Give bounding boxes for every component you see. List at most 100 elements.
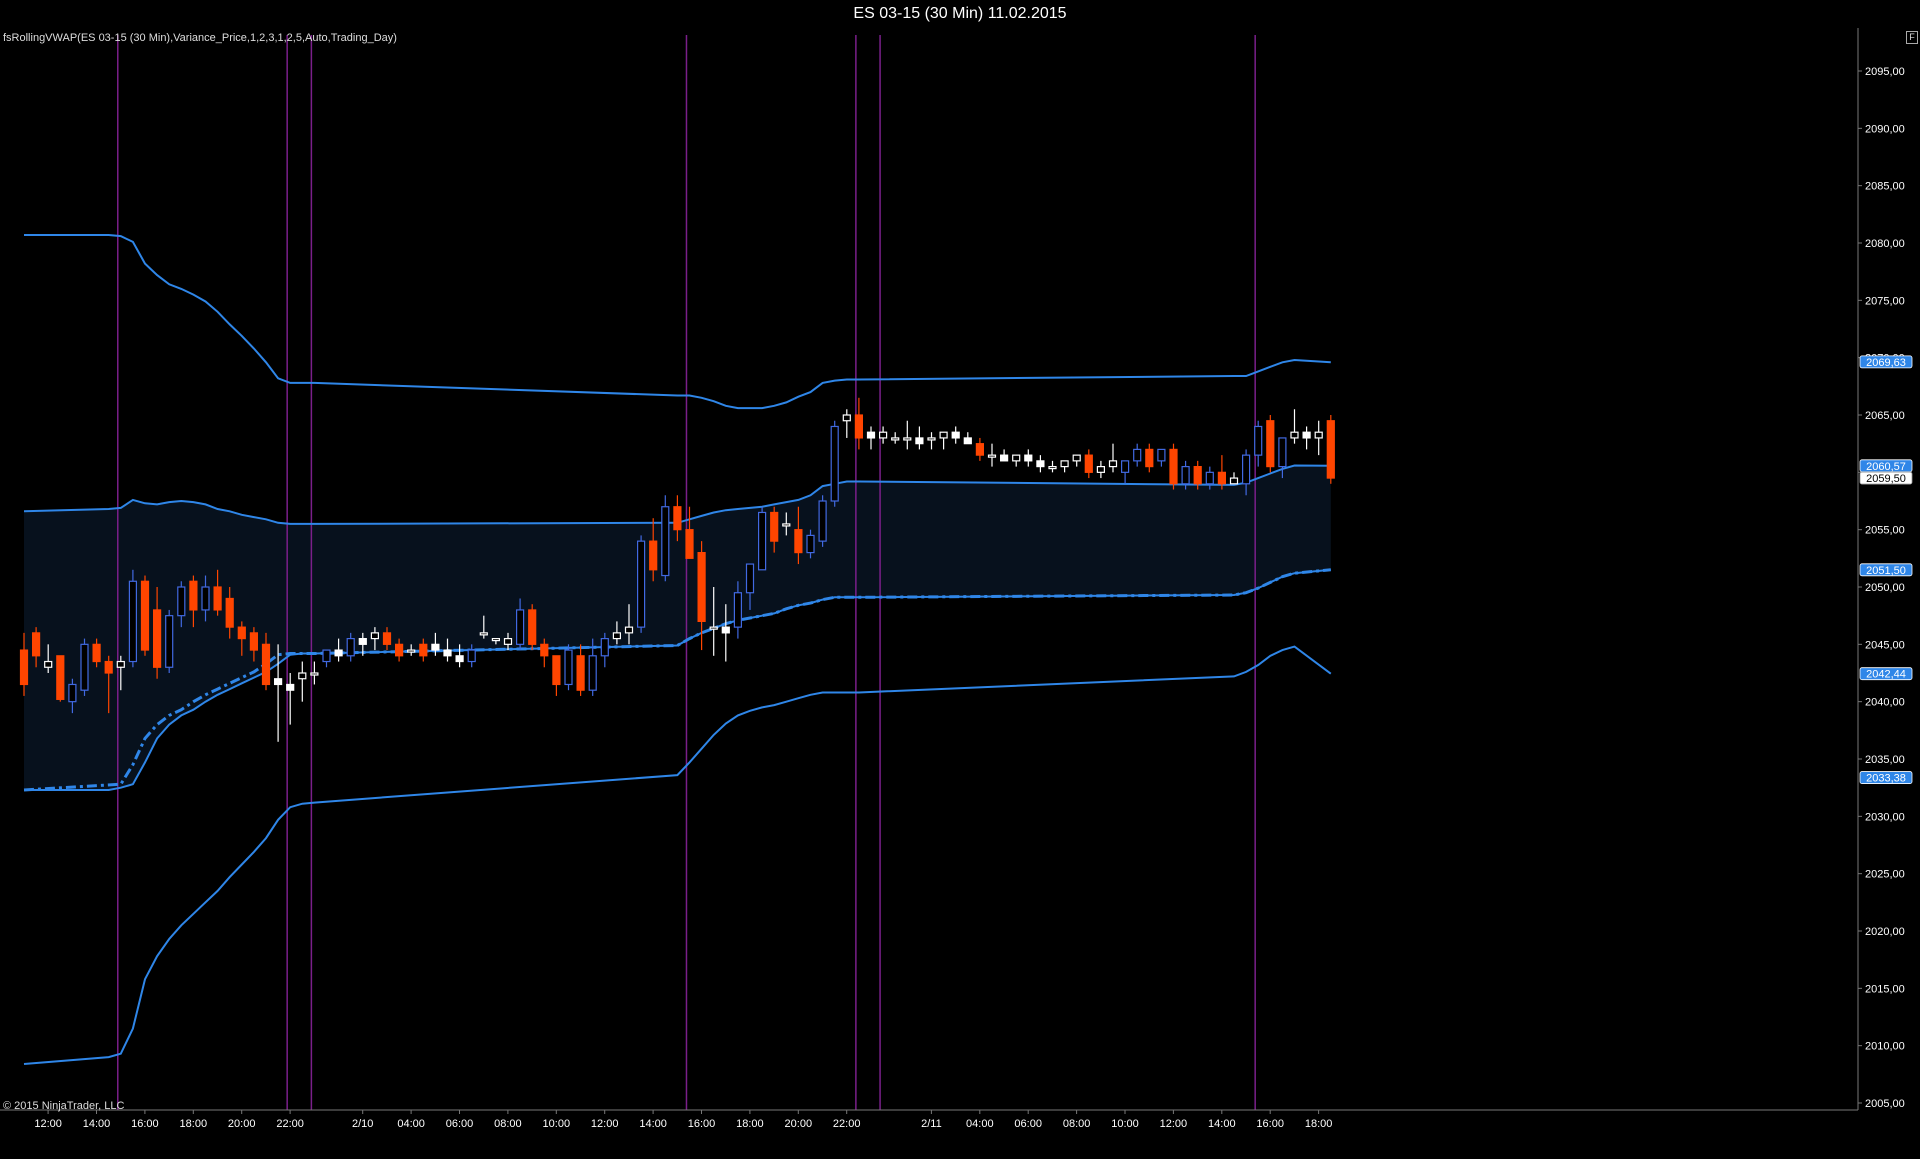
- candle-body: [709, 626, 718, 630]
- candle-body: [612, 632, 622, 640]
- candle-body: [1229, 477, 1239, 485]
- candle-body: [576, 655, 585, 691]
- candle-body: [1205, 471, 1214, 485]
- candle-body: [298, 672, 307, 680]
- candle-body: [128, 580, 137, 663]
- price-marker-label: 2059,50: [1866, 473, 1906, 485]
- candle-body: [1241, 454, 1251, 485]
- candle-body: [1326, 420, 1335, 479]
- chart-corner-button[interactable]: F: [1906, 31, 1918, 44]
- y-tick-label: 2040,00: [1865, 697, 1905, 709]
- y-tick-label: 2085,00: [1865, 181, 1905, 193]
- y-tick-label: 2075,00: [1865, 295, 1905, 307]
- candle-body: [515, 609, 525, 645]
- candle-body: [636, 540, 646, 628]
- candle-body: [1145, 448, 1154, 468]
- candle-body: [1133, 448, 1142, 462]
- candle-body: [891, 437, 900, 441]
- candle-body: [697, 551, 706, 622]
- x-tick-label: 2/11: [921, 1118, 942, 1130]
- candle-body: [685, 529, 694, 559]
- candle-body: [721, 626, 730, 634]
- candle-body: [31, 632, 41, 657]
- candle-body: [92, 643, 101, 663]
- x-tick-label: 2/10: [352, 1118, 373, 1130]
- x-tick-label: 06:00: [1014, 1118, 1042, 1130]
- price-marker-label: 2042,44: [1866, 669, 1906, 681]
- candle-body: [189, 580, 198, 611]
- y-tick-label: 2050,00: [1865, 582, 1905, 594]
- x-tick-label: 16:00: [131, 1118, 159, 1130]
- y-tick-label: 2065,00: [1865, 410, 1905, 422]
- candle-body: [1290, 431, 1299, 439]
- price-marker-label: 2060,57: [1866, 461, 1906, 473]
- candle-body: [1254, 425, 1263, 456]
- candle-body: [975, 443, 985, 456]
- x-tick-label: 20:00: [785, 1118, 813, 1130]
- candle-body: [818, 500, 827, 542]
- candle-body: [854, 414, 864, 439]
- candle-body: [733, 592, 743, 628]
- candle-body: [322, 649, 331, 663]
- x-tick-label: 12:00: [1160, 1118, 1188, 1130]
- candle-body: [104, 660, 113, 674]
- candle-body: [1048, 466, 1057, 470]
- x-tick-label: 04:00: [966, 1118, 994, 1130]
- price-marker-label: 2069,63: [1866, 357, 1906, 369]
- candle-body: [1108, 460, 1118, 468]
- y-tick-label: 2080,00: [1865, 238, 1905, 250]
- x-tick-label: 10:00: [543, 1118, 571, 1130]
- candle-body: [1084, 454, 1093, 473]
- x-tick-label: 18:00: [180, 1118, 208, 1130]
- candle-body: [1266, 420, 1275, 468]
- x-tick-label: 16:00: [1256, 1118, 1284, 1130]
- candle-body: [68, 683, 77, 703]
- copyright-text: © 2015 NinjaTrader, LLC: [3, 1100, 125, 1112]
- candle-body: [915, 437, 924, 445]
- x-tick-label: 22:00: [276, 1118, 304, 1130]
- candle-body: [358, 637, 367, 645]
- candle-body: [382, 632, 392, 645]
- x-tick-label: 18:00: [1305, 1118, 1333, 1130]
- candle-body: [1072, 454, 1081, 462]
- x-tick-label: 14:00: [83, 1118, 111, 1130]
- candle-body: [140, 580, 150, 651]
- y-tick-label: 2005,00: [1865, 1098, 1905, 1110]
- candle-body: [56, 655, 65, 700]
- y-tick-label: 2020,00: [1865, 926, 1905, 938]
- candle-body: [261, 643, 271, 686]
- candle-body: [1012, 454, 1021, 462]
- candle-body: [503, 637, 513, 645]
- candle-body: [757, 511, 767, 571]
- candle-body: [661, 506, 670, 577]
- candle-body: [80, 643, 89, 691]
- candle-body: [370, 632, 379, 640]
- candle-body: [782, 523, 791, 527]
- candle-body: [431, 643, 440, 651]
- price-chart[interactable]: 2005,00 2010,00 2015,00 2020,00 2025,00 2030,…: [0, 0, 1920, 1159]
- candle-body: [842, 414, 851, 422]
- y-tick-label: 2045,00: [1865, 639, 1905, 651]
- candle-body: [116, 660, 125, 668]
- candle-body: [1217, 471, 1227, 485]
- x-tick-label: 14:00: [1208, 1118, 1236, 1130]
- y-tick-label: 2035,00: [1865, 754, 1905, 766]
- y-tick-label: 2095,00: [1865, 66, 1905, 78]
- price-marker-label: 2033,38: [1866, 773, 1906, 785]
- candle-body: [963, 437, 972, 445]
- x-tick-label: 16:00: [688, 1118, 716, 1130]
- candle-body: [1278, 437, 1287, 468]
- candle-body: [1036, 460, 1045, 468]
- candle-body: [552, 655, 561, 686]
- y-tick-label: 2055,00: [1865, 525, 1905, 537]
- candle-body: [588, 655, 597, 691]
- candle-body: [310, 672, 319, 676]
- candle-body: [830, 425, 839, 502]
- candle-body: [213, 586, 222, 611]
- x-tick-label: 20:00: [228, 1118, 256, 1130]
- candle-body: [1314, 431, 1323, 439]
- x-tick-label: 08:00: [494, 1118, 522, 1130]
- candle-body: [491, 637, 500, 642]
- x-tick-label: 10:00: [1111, 1118, 1139, 1130]
- candle-body: [1169, 448, 1178, 485]
